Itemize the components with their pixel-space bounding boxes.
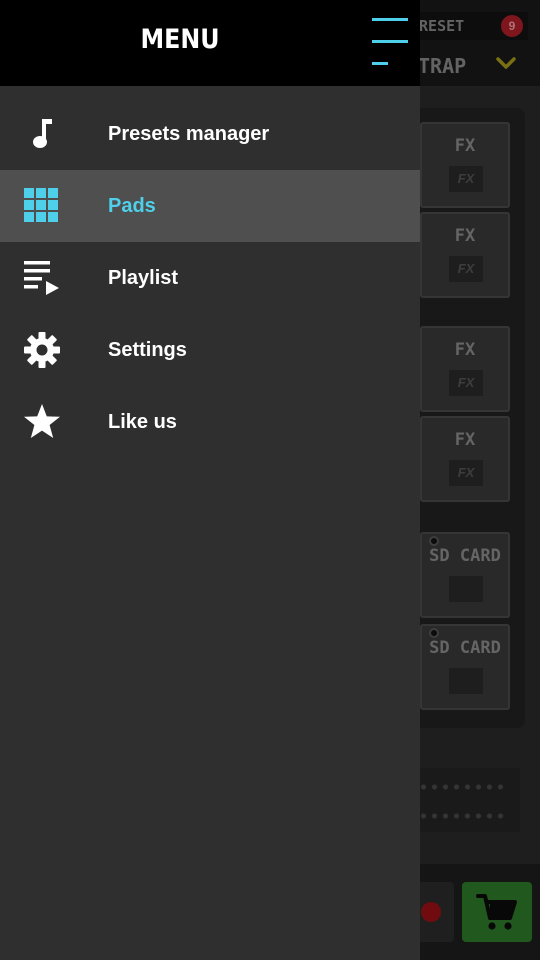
drawer-title: MENU xyxy=(140,24,220,55)
star-icon xyxy=(24,404,60,438)
hamburger-line xyxy=(372,18,408,21)
navigation-drawer: MENU Presets manager Pads Playlist Setti… xyxy=(0,0,420,960)
menu-item-label: Presets manager xyxy=(108,123,270,145)
menu-toggle-button[interactable] xyxy=(370,18,410,68)
drawer-menu-list: Presets manager Pads Playlist Settings L… xyxy=(0,98,420,458)
music-note-icon xyxy=(33,119,52,148)
gear-icon xyxy=(24,332,60,368)
drawer-header: MENU xyxy=(0,0,420,86)
menu-item-label: Playlist xyxy=(108,267,179,289)
menu-item-playlist[interactable]: Playlist xyxy=(0,242,420,314)
hamburger-line xyxy=(372,40,408,43)
menu-item-label: Like us xyxy=(108,411,177,433)
menu-item-like-us[interactable]: Like us xyxy=(0,386,420,458)
app-root: PRESET 9 TRAP FX FX FX FX FX FX FX FX SD… xyxy=(0,0,540,960)
menu-item-label: Settings xyxy=(108,339,187,361)
hamburger-line xyxy=(372,62,388,65)
pads-grid-icon xyxy=(24,188,58,222)
menu-item-label: Pads xyxy=(108,195,156,217)
menu-item-settings[interactable]: Settings xyxy=(0,314,420,386)
menu-item-presets-manager[interactable]: Presets manager xyxy=(0,98,420,170)
playlist-icon xyxy=(24,261,59,295)
menu-item-pads[interactable]: Pads xyxy=(0,170,420,242)
